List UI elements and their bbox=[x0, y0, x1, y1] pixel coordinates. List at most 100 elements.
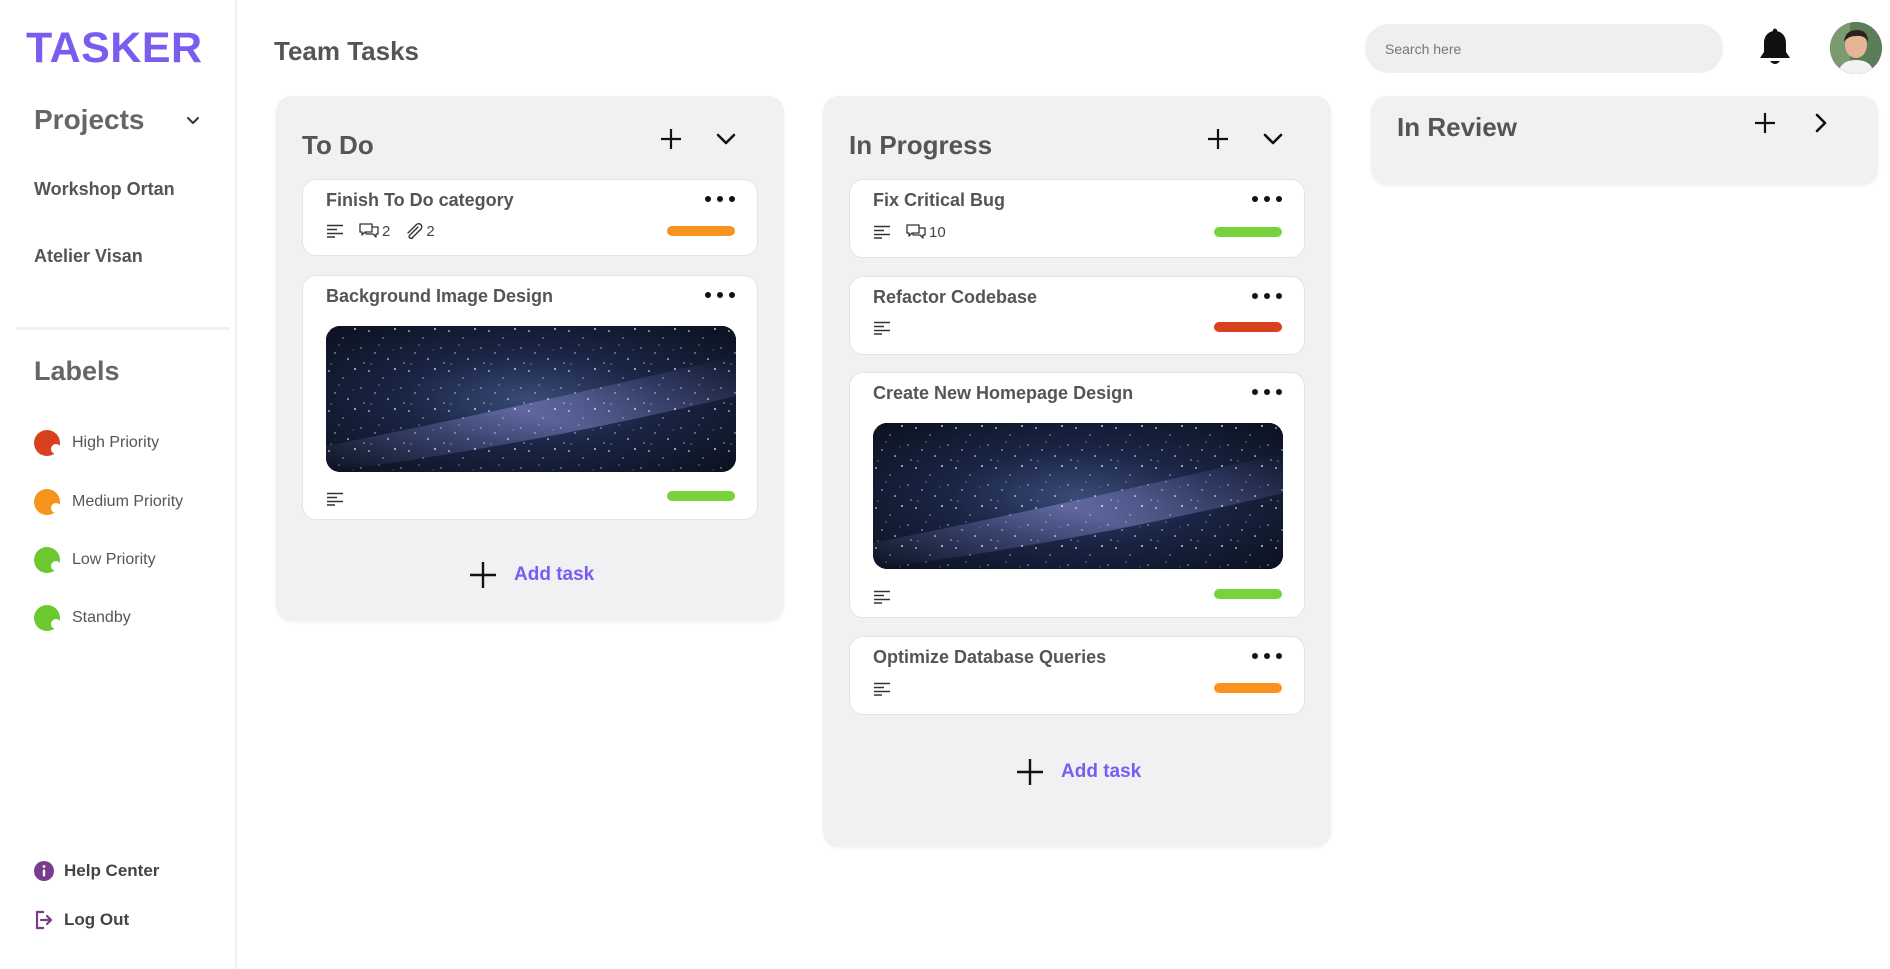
chevron-right-icon bbox=[1815, 113, 1827, 133]
label-text: Standby bbox=[72, 609, 131, 626]
task-title: Optimize Database Queries bbox=[873, 647, 1107, 667]
collapse-column-button[interactable] bbox=[1258, 124, 1288, 154]
more-options-button[interactable] bbox=[1252, 385, 1282, 399]
help-center-label: Help Center bbox=[64, 861, 160, 880]
low-priority-dot-icon bbox=[34, 547, 61, 573]
label-standby[interactable]: Standby bbox=[34, 605, 131, 631]
help-center-link[interactable]: Help Center bbox=[34, 861, 159, 881]
logout-label: Log Out bbox=[64, 910, 130, 929]
priority-bar bbox=[1214, 589, 1282, 599]
label-text: Medium Priority bbox=[72, 493, 184, 510]
task-cover-image bbox=[873, 423, 1283, 569]
column-title: In Review bbox=[1397, 112, 1517, 142]
priority-bar bbox=[1214, 227, 1282, 237]
label-text: Low Priority bbox=[72, 551, 156, 568]
task-title: Create New Homepage Design bbox=[873, 383, 1134, 403]
description-icon bbox=[327, 224, 343, 238]
more-options-button[interactable] bbox=[705, 192, 735, 206]
column-title: In Progress bbox=[849, 130, 993, 160]
labels-heading: Labels bbox=[34, 356, 120, 386]
task-cover-image bbox=[326, 326, 736, 472]
standby-dot-icon bbox=[34, 605, 61, 631]
priority-bar bbox=[667, 491, 735, 501]
collapse-column-button[interactable] bbox=[711, 124, 741, 154]
paperclip-icon bbox=[407, 222, 423, 240]
avatar-image bbox=[1830, 22, 1882, 74]
description-icon bbox=[327, 492, 343, 506]
plus-icon bbox=[1755, 113, 1775, 133]
label-medium-priority[interactable]: Medium Priority bbox=[34, 489, 183, 515]
description-icon bbox=[874, 682, 890, 696]
task-card[interactable]: Create New Homepage Design bbox=[849, 372, 1305, 618]
comments-icon bbox=[906, 224, 926, 239]
label-text: High Priority bbox=[72, 434, 160, 451]
chevron-down-icon bbox=[1263, 133, 1283, 145]
add-card-button[interactable] bbox=[656, 124, 686, 154]
project-item-workshop-ortan[interactable]: Workshop Ortan bbox=[34, 179, 175, 200]
comments-count: 2 bbox=[358, 222, 390, 240]
column-in-review: In Review bbox=[1371, 96, 1878, 185]
task-card[interactable]: Refactor Codebase bbox=[849, 276, 1305, 355]
add-task-button[interactable]: Add task bbox=[468, 560, 594, 590]
attachments-count: 2 bbox=[404, 222, 435, 240]
column-in-progress: In Progress Fix Critical Bug 10 Refactor… bbox=[823, 96, 1331, 847]
expand-column-button[interactable] bbox=[1806, 108, 1836, 138]
sidebar: TASKER Projects Workshop Ortan Atelier V… bbox=[0, 0, 237, 969]
task-card[interactable]: Background Image Design bbox=[302, 275, 758, 520]
projects-heading: Projects bbox=[34, 104, 145, 135]
task-title: Fix Critical Bug bbox=[873, 190, 1006, 210]
chevron-down-icon bbox=[186, 117, 199, 124]
projects-toggle[interactable]: Projects bbox=[34, 104, 201, 136]
user-avatar[interactable] bbox=[1830, 22, 1882, 74]
more-options-button[interactable] bbox=[1252, 289, 1282, 303]
add-task-label: Add task bbox=[514, 564, 595, 585]
task-card[interactable]: Finish To Do category 2 2 bbox=[302, 179, 758, 256]
task-meta bbox=[873, 682, 891, 696]
search-input[interactable] bbox=[1365, 24, 1723, 73]
priority-bar bbox=[1214, 683, 1282, 693]
plus-icon bbox=[470, 562, 496, 588]
task-meta: 10 bbox=[873, 223, 946, 241]
more-options-button[interactable] bbox=[705, 288, 735, 302]
task-card[interactable]: Optimize Database Queries bbox=[849, 636, 1305, 715]
task-meta bbox=[326, 492, 344, 506]
priority-bar bbox=[1214, 322, 1282, 332]
add-task-button[interactable]: Add task bbox=[1015, 757, 1141, 787]
page-title: Team Tasks bbox=[274, 36, 420, 66]
more-options-button[interactable] bbox=[1252, 192, 1282, 206]
column-to-do: To Do Finish To Do category 2 2 Backgrou… bbox=[276, 96, 784, 621]
description-icon bbox=[874, 225, 890, 239]
task-meta bbox=[873, 590, 891, 604]
task-title: Background Image Design bbox=[326, 286, 554, 306]
task-title: Refactor Codebase bbox=[873, 287, 1038, 307]
description-icon bbox=[874, 321, 890, 335]
bell-icon[interactable] bbox=[1757, 28, 1793, 68]
add-card-button[interactable] bbox=[1203, 124, 1233, 154]
chevron-down-icon bbox=[716, 133, 736, 145]
more-options-button[interactable] bbox=[1252, 649, 1282, 663]
add-card-button[interactable] bbox=[1750, 108, 1780, 138]
task-title: Finish To Do category bbox=[326, 190, 514, 210]
priority-bar bbox=[667, 226, 735, 236]
plus-icon bbox=[1017, 759, 1043, 785]
task-meta: 2 2 bbox=[326, 222, 435, 240]
task-meta bbox=[873, 321, 891, 335]
add-task-label: Add task bbox=[1061, 761, 1142, 782]
sidebar-divider bbox=[16, 327, 230, 330]
comments-count: 10 bbox=[905, 223, 946, 241]
column-title: To Do bbox=[302, 130, 374, 160]
comments-icon bbox=[359, 223, 379, 238]
plus-icon bbox=[1208, 129, 1228, 149]
logout-icon bbox=[35, 910, 53, 930]
medium-priority-dot-icon bbox=[34, 489, 61, 515]
high-priority-dot-icon bbox=[34, 430, 61, 456]
project-item-atelier-visan[interactable]: Atelier Visan bbox=[34, 246, 143, 267]
label-low-priority[interactable]: Low Priority bbox=[34, 547, 156, 573]
info-icon bbox=[34, 861, 54, 881]
label-high-priority[interactable]: High Priority bbox=[34, 430, 159, 456]
task-card[interactable]: Fix Critical Bug 10 bbox=[849, 179, 1305, 258]
app-logo[interactable]: TASKER bbox=[26, 24, 203, 73]
plus-icon bbox=[661, 129, 681, 149]
description-icon bbox=[874, 590, 890, 604]
logout-link[interactable]: Log Out bbox=[34, 910, 129, 930]
